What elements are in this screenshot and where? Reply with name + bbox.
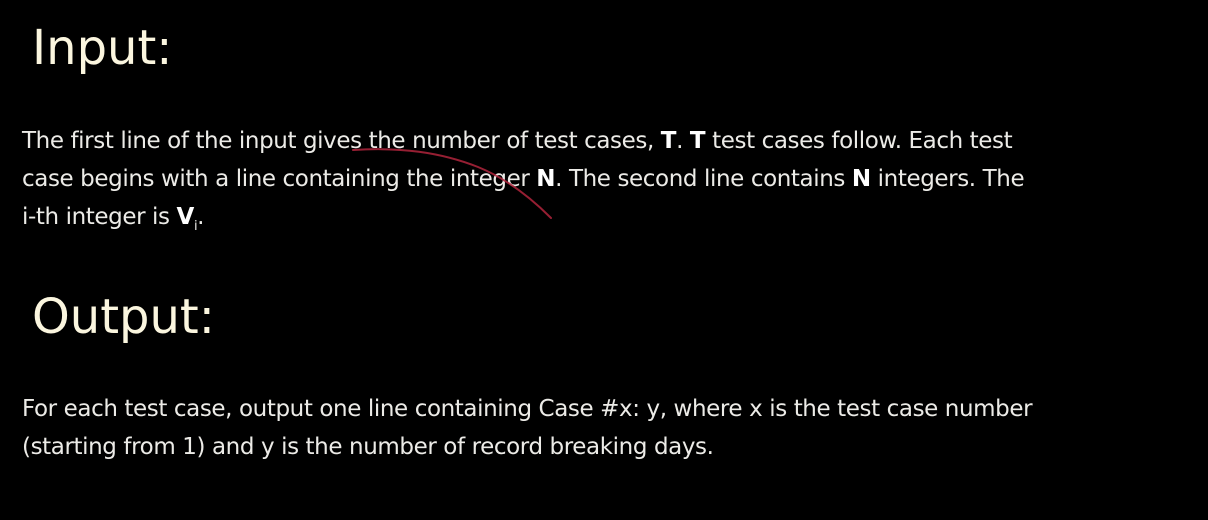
var-n: N bbox=[851, 166, 871, 192]
output-line-1: For each test case, output one line cont… bbox=[22, 396, 1033, 422]
input-heading: Input: bbox=[32, 20, 173, 76]
input-line-3: i-th integer is Vi. bbox=[22, 204, 205, 234]
input-line-1: The first line of the input gives the nu… bbox=[22, 128, 1013, 154]
var-t: T bbox=[660, 128, 677, 154]
var-t: T bbox=[689, 128, 706, 154]
input-line-2: case begins with a line containing the i… bbox=[22, 166, 1025, 192]
input-description: The first line of the input gives the nu… bbox=[22, 122, 1197, 236]
var-v: V bbox=[176, 204, 195, 230]
output-heading: Output: bbox=[32, 289, 215, 345]
output-description: For each test case, output one line cont… bbox=[22, 390, 1197, 466]
output-line-2: (starting from 1) and y is the number of… bbox=[22, 434, 714, 460]
var-n: N bbox=[536, 166, 556, 192]
